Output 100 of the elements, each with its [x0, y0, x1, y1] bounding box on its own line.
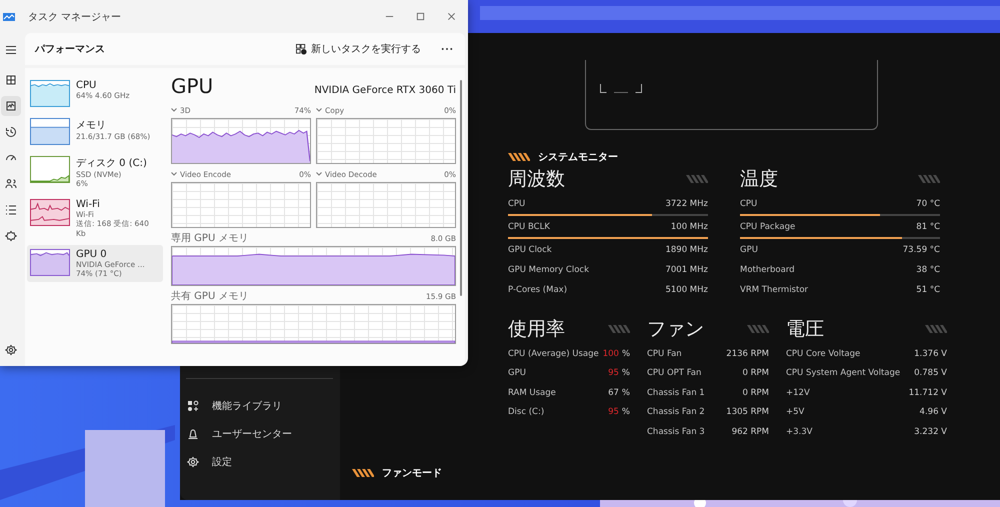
chevron-icon[interactable]	[316, 108, 322, 112]
metric-label: CPU	[508, 199, 526, 209]
thumbnail-graph	[30, 80, 70, 107]
metric-label: GPU Clock	[508, 245, 552, 255]
metric-label: +5V	[786, 407, 804, 418]
metric-value: 100 MHz	[670, 222, 708, 232]
nav-item[interactable]: ユーザーセンター	[186, 420, 333, 448]
metric-label: CPU Fan	[647, 348, 682, 359]
run-task-button[interactable]: 新しいタスクを実行する	[290, 38, 427, 60]
metric-label: +12V	[786, 388, 810, 398]
settings-icon	[187, 456, 199, 468]
metric-label: GPU	[740, 245, 758, 255]
unit-label: %	[622, 368, 630, 378]
metric-value: 70 °C	[916, 199, 940, 209]
metric-label: Disc (C:)	[508, 407, 544, 418]
device-name: GPU 0	[76, 249, 108, 260]
new-task-icon	[296, 44, 307, 54]
unit-label: %	[622, 388, 630, 398]
thumbnail-graph	[30, 199, 70, 226]
device-name: ディスク 0 (C:)	[76, 157, 147, 170]
metric-value: 4.96 V	[920, 407, 947, 418]
grid-icon	[5, 74, 17, 86]
chevron-icon[interactable]	[171, 172, 177, 176]
unit-label: %	[622, 348, 630, 359]
metric-value: 81 °C	[916, 222, 940, 232]
metric-value: 1.376 V	[914, 348, 947, 359]
metric-value: 0 RPM	[742, 368, 769, 378]
menu-icon[interactable]	[5, 44, 17, 56]
metric-value: 0.785 V	[914, 368, 947, 378]
thumbnail-graph	[30, 156, 70, 183]
metric-value: 100	[602, 348, 619, 359]
gpu-model: NVIDIA GeForce RTX 3060 Ti	[314, 85, 456, 96]
bell-icon	[187, 428, 199, 440]
metric-label: CPU Package	[740, 222, 796, 232]
thumbnail-graph	[30, 118, 70, 145]
metric-value: 11.712 V	[908, 388, 947, 398]
close-icon[interactable]	[447, 12, 456, 21]
stripes-icon	[352, 469, 374, 477]
stripes-icon	[508, 153, 530, 161]
stripes-icon	[918, 175, 940, 183]
metric-label: +3.3V	[786, 426, 812, 437]
metric-label: Chassis Fan 3	[647, 426, 705, 437]
gear-outline-icon	[5, 230, 17, 242]
graph-label: 専用 GPU メモリ	[171, 232, 248, 245]
metric-label: P-Cores (Max)	[508, 285, 568, 295]
nav-item[interactable]: 機能ライブラリ	[186, 392, 333, 420]
section-heading: ファンモード	[382, 467, 442, 480]
metric-value: 3.232 V	[914, 426, 947, 437]
stripes-icon	[608, 325, 630, 333]
detail-title: GPU	[171, 74, 214, 98]
metric-value: 962 RPM	[732, 426, 769, 437]
stripes-icon	[747, 325, 769, 333]
window-title: タスク マネージャー	[28, 10, 122, 24]
nav-item[interactable]: 設定	[186, 448, 333, 476]
maximize-icon[interactable]	[416, 12, 425, 21]
stripes-icon	[686, 175, 708, 183]
graph-label: 共有 GPU メモリ	[171, 290, 248, 303]
group-title: 使用率	[508, 317, 565, 342]
more-icon[interactable]	[441, 47, 453, 51]
rail-tab[interactable]	[1, 96, 21, 116]
thumbnail-graph	[30, 249, 70, 276]
chevron-icon[interactable]	[316, 172, 322, 176]
metric-label: CPU	[740, 199, 758, 209]
device-name: Wi-Fi	[76, 199, 101, 210]
unit-label: %	[622, 407, 630, 418]
group-title: ファン	[647, 317, 704, 342]
metric-label: Chassis Fan 2	[647, 407, 705, 418]
group-title: 温度	[740, 167, 778, 192]
stripes-icon	[925, 325, 947, 333]
metric-label: CPU (Average) Usage	[508, 348, 599, 359]
settings-icon[interactable]	[5, 344, 17, 356]
app-icon	[3, 12, 15, 20]
list-icon	[5, 204, 17, 216]
group-title: 電圧	[786, 317, 824, 342]
metric-value: 38 °C	[916, 265, 940, 275]
clock-icon	[5, 126, 17, 138]
metric-label: CPU OPT Fan	[647, 368, 702, 378]
metric-value: 95	[608, 407, 619, 418]
metric-label: GPU Memory Clock	[508, 265, 589, 275]
metric-value: 3722 MHz	[665, 199, 708, 209]
metric-label: Motherboard	[740, 265, 795, 275]
metric-value: 5100 MHz	[665, 285, 708, 295]
metric-label: CPU System Agent Voltage	[786, 368, 900, 378]
metric-label: RAM Usage	[508, 388, 556, 398]
chevron-icon[interactable]	[171, 108, 177, 112]
metric-value: 95	[608, 368, 619, 378]
metric-label: CPU BCLK	[508, 222, 550, 232]
metric-value: 0 RPM	[742, 388, 769, 398]
metric-label: Chassis Fan 1	[647, 388, 705, 398]
group-title: 周波数	[508, 167, 565, 192]
device-name: CPU	[76, 80, 98, 91]
section-heading: システムモニター	[538, 151, 618, 164]
metric-label: CPU Core Voltage	[786, 348, 860, 359]
device-name: メモリ	[76, 119, 107, 132]
metric-value: 7001 MHz	[665, 265, 708, 275]
metric-value: 1305 RPM	[726, 407, 769, 418]
apps-plus-icon	[187, 400, 199, 412]
metric-value: 1890 MHz	[665, 245, 708, 255]
metric-label: GPU	[508, 368, 526, 378]
metric-value: 73.59 °C	[902, 245, 940, 255]
